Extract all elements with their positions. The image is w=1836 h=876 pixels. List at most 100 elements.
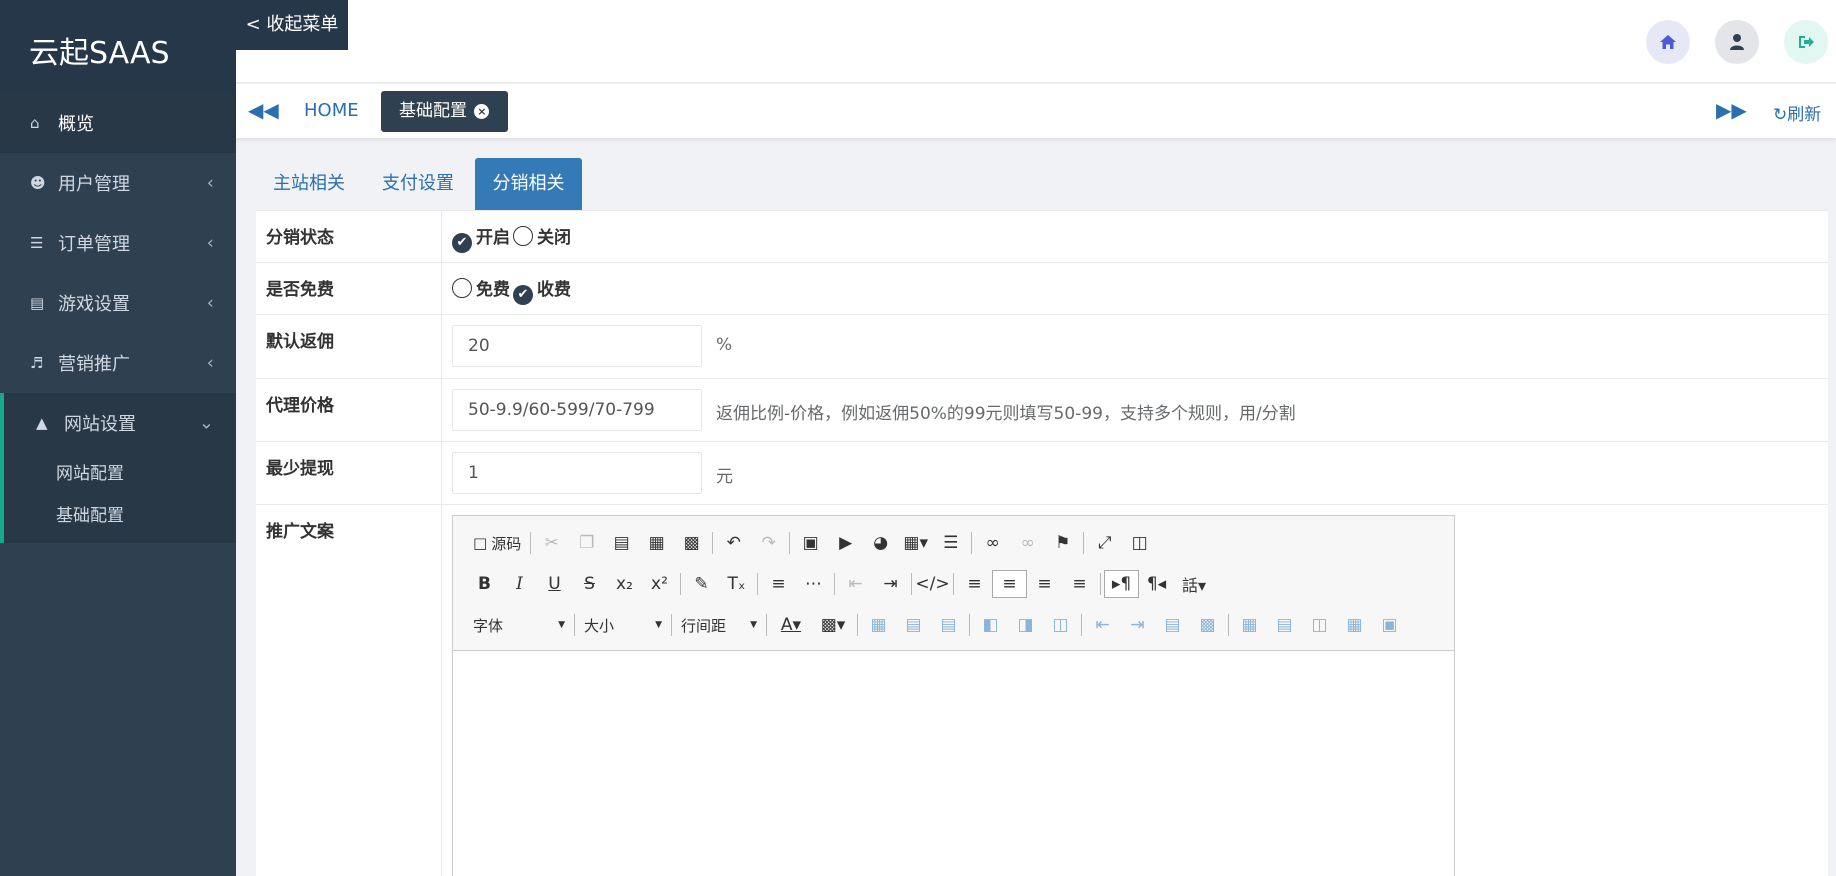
- undo-icon[interactable]: ↶: [716, 529, 751, 557]
- logout-button[interactable]: [1784, 20, 1828, 64]
- field-label: 分销状态: [266, 228, 334, 248]
- radio-unchecked-icon[interactable]: [452, 278, 472, 298]
- separator: [766, 614, 767, 636]
- language-icon[interactable]: 話▾: [1174, 570, 1214, 598]
- align-right-icon[interactable]: ≡: [1027, 570, 1062, 598]
- flash-icon[interactable]: ◕: [863, 529, 898, 557]
- italic-icon[interactable]: I: [502, 570, 537, 598]
- backward-icon[interactable]: ◀◀: [248, 98, 279, 122]
- background-color-icon[interactable]: ▩▾: [812, 611, 854, 639]
- insert-row-icon[interactable]: ▤: [896, 611, 931, 639]
- font-size-label: 大小: [584, 616, 615, 635]
- agent-price-input[interactable]: [452, 389, 702, 431]
- split-cells-icon[interactable]: ▦: [1232, 611, 1267, 639]
- sidebar-item-site-settings[interactable]: ▲ 网站设置 ⌄: [4, 393, 236, 453]
- ltr-icon[interactable]: ▸¶: [1104, 570, 1139, 598]
- delete-col-icon[interactable]: ◫: [1043, 611, 1078, 639]
- home-icon: ⌂: [30, 114, 40, 132]
- insert-table-icon[interactable]: ▦: [861, 611, 896, 639]
- ordered-list-icon[interactable]: ≡: [761, 570, 796, 598]
- chevron-left-icon: ‹: [206, 232, 214, 254]
- table-icon[interactable]: ▦▾: [898, 529, 933, 557]
- delete-table-icon[interactable]: ▩: [1190, 611, 1225, 639]
- merge-right-icon[interactable]: ⇥: [1120, 611, 1155, 639]
- cut-icon[interactable]: ✂: [534, 529, 569, 557]
- strikethrough-icon[interactable]: S: [572, 570, 607, 598]
- form-row-min-withdraw: 最少提现 元: [256, 441, 1828, 504]
- user-button[interactable]: [1715, 20, 1759, 64]
- align-center-icon[interactable]: ≡: [992, 570, 1027, 598]
- video-icon[interactable]: ▶: [828, 529, 863, 557]
- refresh-button[interactable]: ↻刷新: [1773, 100, 1821, 125]
- outdent-icon[interactable]: ⇤: [838, 570, 873, 598]
- toolbar-row-2: B I U S x₂ x² ✎ Tₓ ≡ ⋯ ⇤ ⇥ </> ≡ ≡ ≡ ≡ ▸…: [467, 569, 1214, 599]
- format-painter-icon[interactable]: ✎: [684, 570, 719, 598]
- form-row-free: 是否免费 免费 ✔ 收费: [256, 262, 1828, 314]
- sidebar-item-games[interactable]: ▤ 游戏设置 ‹: [0, 273, 236, 333]
- source-button[interactable]: □ 源码: [467, 533, 527, 554]
- link-icon[interactable]: ∞: [975, 529, 1010, 557]
- sidebar-item-orders[interactable]: ☰ 订单管理 ‹: [0, 213, 236, 273]
- unordered-list-icon[interactable]: ⋯: [796, 570, 831, 598]
- sign-out-icon: [1799, 36, 1814, 48]
- code-icon[interactable]: </>: [915, 570, 950, 598]
- insert-col-before-icon[interactable]: ◧: [973, 611, 1008, 639]
- sidebar-subitem-basic-config[interactable]: 基础配置: [4, 495, 236, 543]
- underline-icon[interactable]: U: [537, 570, 572, 598]
- bold-icon[interactable]: B: [467, 570, 502, 598]
- delete-row-icon[interactable]: ▤: [931, 611, 966, 639]
- fullscreen-icon[interactable]: ⤢: [1087, 529, 1122, 557]
- radio-unchecked-icon[interactable]: [513, 226, 533, 246]
- paste-text-icon[interactable]: ▦: [639, 529, 674, 557]
- radio-checked-icon[interactable]: ✔: [452, 233, 472, 253]
- forward-icon[interactable]: ▶▶: [1716, 98, 1747, 122]
- tab-distribution[interactable]: 分销相关: [475, 158, 582, 210]
- font-color-icon[interactable]: A▾: [770, 611, 812, 639]
- editor-body[interactable]: [453, 651, 1454, 876]
- align-left-icon[interactable]: ≡: [957, 570, 992, 598]
- image-icon[interactable]: ▣: [793, 529, 828, 557]
- tab-basic-config[interactable]: 基础配置 ×: [381, 91, 508, 132]
- divider: [441, 211, 442, 262]
- sidebar-item-users[interactable]: ☻ 用户管理 ‹: [0, 153, 236, 213]
- unlink-icon[interactable]: ∞: [1010, 529, 1045, 557]
- split-cols-icon[interactable]: ◫: [1302, 611, 1337, 639]
- align-justify-icon[interactable]: ≡: [1062, 570, 1097, 598]
- anchor-flag-icon[interactable]: ⚑: [1045, 529, 1080, 557]
- tab-home[interactable]: HOME: [304, 100, 359, 121]
- print-preview-icon[interactable]: ◫: [1122, 529, 1157, 557]
- line-height-select[interactable]: 行间距 ▼: [675, 615, 763, 636]
- min-withdraw-input[interactable]: [452, 452, 702, 494]
- tab-main-site[interactable]: 主站相关: [273, 158, 345, 210]
- field-label: 代理价格: [266, 396, 334, 416]
- radio-checked-icon[interactable]: ✔: [513, 285, 533, 305]
- redo-icon[interactable]: ↷: [751, 529, 786, 557]
- merge-left-icon[interactable]: ⇤: [1085, 611, 1120, 639]
- indent-icon[interactable]: ⇥: [873, 570, 908, 598]
- split-rows-icon[interactable]: ▤: [1267, 611, 1302, 639]
- home-button[interactable]: [1646, 20, 1690, 64]
- horizontal-rule-icon[interactable]: ☰: [933, 529, 968, 557]
- rtl-icon[interactable]: ¶◂: [1139, 570, 1174, 598]
- rebate-input[interactable]: [452, 325, 702, 367]
- paste-word-icon[interactable]: ▩: [674, 529, 709, 557]
- collapse-menu-button[interactable]: < 收起菜单: [236, 0, 348, 50]
- merge-cells-icon[interactable]: ▤: [1155, 611, 1190, 639]
- insert-col-after-icon[interactable]: ◨: [1008, 611, 1043, 639]
- separator: [574, 614, 575, 636]
- tab-payment[interactable]: 支付设置: [382, 158, 454, 210]
- superscript-icon[interactable]: x²: [642, 570, 677, 598]
- copy-icon[interactable]: ❐: [569, 529, 604, 557]
- cell-properties-icon[interactable]: ▣: [1372, 611, 1407, 639]
- close-icon[interactable]: ×: [474, 104, 490, 119]
- font-family-select[interactable]: 字体 ▼: [467, 615, 571, 636]
- sidebar-item-overview[interactable]: ⌂ 概览: [0, 93, 236, 153]
- paste-icon[interactable]: ▤: [604, 529, 639, 557]
- subscript-icon[interactable]: x₂: [607, 570, 642, 598]
- table-properties-icon[interactable]: ▦: [1337, 611, 1372, 639]
- sidebar-item-marketing[interactable]: ♬ 营销推广 ‹: [0, 333, 236, 393]
- sidebar-subitem-site-config[interactable]: 网站配置: [4, 453, 236, 495]
- clear-format-icon[interactable]: Tₓ: [719, 570, 754, 598]
- font-size-select[interactable]: 大小 ▼: [578, 615, 668, 636]
- chevron-left-icon: ‹: [206, 352, 214, 374]
